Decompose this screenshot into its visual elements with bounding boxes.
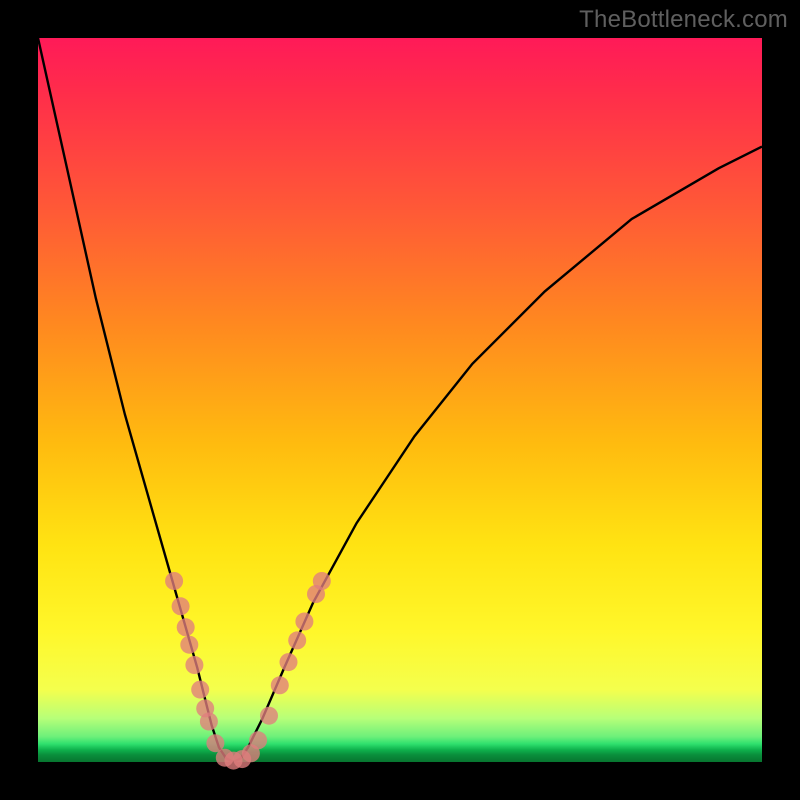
data-marker — [191, 681, 209, 699]
data-marker — [260, 707, 278, 725]
bottleneck-curve — [38, 38, 762, 762]
chart-stage: TheBottleneck.com — [0, 0, 800, 800]
chart-svg — [38, 38, 762, 762]
data-marker — [271, 676, 289, 694]
data-marker — [185, 656, 203, 674]
data-marker — [200, 713, 218, 731]
watermark-text: TheBottleneck.com — [579, 6, 788, 34]
plot-area — [38, 38, 762, 762]
data-marker — [180, 636, 198, 654]
data-marker — [295, 613, 313, 631]
data-marker — [165, 572, 183, 590]
data-marker — [177, 618, 195, 636]
data-marker — [249, 731, 267, 749]
marker-layer — [165, 572, 331, 770]
data-marker — [288, 631, 306, 649]
data-marker — [313, 572, 331, 590]
data-marker — [172, 597, 190, 615]
data-marker — [280, 653, 298, 671]
